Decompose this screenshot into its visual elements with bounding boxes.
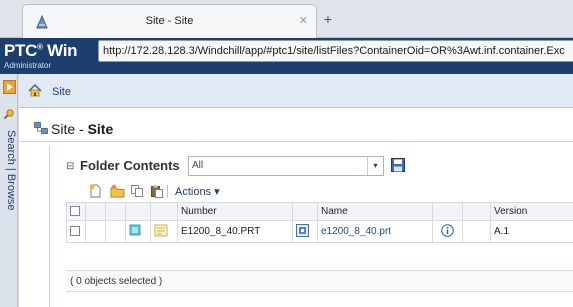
name-icon-cell	[292, 220, 318, 243]
actions-menu[interactable]: Actions ▾	[175, 185, 220, 198]
selection-status: ( 0 objects selected )	[70, 276, 163, 287]
column-header[interactable]	[85, 202, 106, 221]
search-icon[interactable]	[3, 108, 15, 120]
table-header-row: Number Name Version	[66, 202, 573, 221]
expand-navigator-icon[interactable]	[3, 80, 16, 94]
page-title-context: Site	[87, 121, 114, 137]
empty-cell	[85, 220, 106, 243]
home-icon[interactable]	[28, 84, 42, 97]
new-folder-icon[interactable]	[110, 184, 125, 198]
table-empty-area	[66, 244, 573, 266]
name-column-header[interactable]: Name	[317, 202, 433, 221]
folder-contents-header: ⊟ Folder Contents All ▾	[50, 146, 573, 178]
new-document-icon[interactable]	[88, 184, 103, 198]
creo-part-icon[interactable]	[296, 223, 309, 237]
table-row[interactable]: E1200_8_40.PRT e1200_8_40.prt A.1	[66, 220, 573, 243]
ptc-logo[interactable]: PTC® Win	[4, 41, 78, 61]
main-content: Site - Site ⊟ Folder Contents All ▾ Acti…	[19, 108, 573, 307]
brand-name: PTC	[4, 41, 38, 60]
table-footer: ( 0 objects selected )	[66, 270, 573, 292]
status-cell	[125, 220, 151, 243]
paste-icon[interactable]	[150, 184, 165, 198]
view-select[interactable]: All ▾	[188, 156, 384, 176]
column-header[interactable]	[150, 202, 178, 221]
close-tab-icon[interactable]: ✕	[299, 14, 308, 27]
collapse-icon[interactable]: ⊟	[66, 161, 74, 172]
page-title-row: Site - Site	[19, 114, 573, 142]
version-column-header[interactable]: Version	[490, 202, 573, 221]
browser-window: Site - Site ✕ + PTC® Win Administrator h…	[0, 0, 573, 307]
column-header[interactable]	[432, 202, 463, 221]
search-browse-tabs[interactable]: Search | Browse	[1, 130, 17, 211]
folder-toolbar: Actions ▾	[50, 180, 573, 202]
info-icon[interactable]	[441, 223, 454, 237]
windchill-header: PTC® Win Administrator http://172.28.128…	[0, 38, 573, 74]
chevron-down-icon[interactable]: ▾	[367, 157, 383, 175]
cad-document-icon	[154, 224, 168, 236]
column-header[interactable]	[462, 202, 491, 221]
new-tab-button[interactable]: +	[318, 10, 338, 30]
breadcrumb: Site	[19, 74, 573, 108]
type-cell	[150, 220, 178, 243]
copy-icon[interactable]	[130, 184, 145, 198]
name-cell[interactable]: e1200_8_40.prt	[317, 220, 433, 243]
folder-contents-panel: ⊟ Folder Contents All ▾ Actions ▾ Number…	[49, 146, 573, 307]
empty-cell	[462, 220, 491, 243]
select-all-header[interactable]	[66, 202, 86, 221]
info-cell	[432, 220, 463, 243]
column-header[interactable]	[292, 202, 318, 221]
browser-tab-strip: Site - Site ✕ +	[0, 0, 573, 38]
browser-tab[interactable]: Site - Site ✕	[22, 4, 317, 38]
row-checkbox[interactable]	[70, 226, 80, 237]
page-title: Site - Site	[51, 121, 113, 137]
column-header[interactable]	[125, 202, 151, 221]
empty-cell	[105, 220, 126, 243]
page-title-prefix: Site -	[51, 121, 88, 137]
folder-contents-table: Number Name Version E1200_8_40.PRT e1200…	[66, 202, 573, 243]
name-link[interactable]: e1200_8_40.prt	[321, 226, 391, 237]
view-select-value: All	[192, 160, 204, 171]
number-column-header[interactable]: Number	[177, 202, 293, 221]
part-status-icon	[129, 224, 141, 236]
folder-contents-title: Folder Contents	[80, 158, 180, 173]
url-text: http://172.28.128.3/Windchill/app/#ptc1/…	[103, 45, 565, 57]
row-select-cell[interactable]	[66, 220, 86, 243]
browser-tab-title: Site - Site	[145, 15, 194, 27]
site-icon	[34, 122, 48, 134]
save-view-icon[interactable]	[391, 158, 405, 172]
left-navigator: Search | Browse	[0, 74, 18, 307]
number-cell: E1200_8_40.PRT	[177, 220, 293, 243]
toolbar-separator	[167, 185, 168, 198]
brand-suffix: Win	[42, 41, 78, 60]
select-all-checkbox[interactable]	[70, 206, 80, 217]
url-bar[interactable]: http://172.28.128.3/Windchill/app/#ptc1/…	[98, 40, 573, 62]
version-cell: A.1	[490, 220, 573, 243]
breadcrumb-site-link[interactable]: Site	[52, 86, 71, 98]
column-header[interactable]	[105, 202, 126, 221]
user-role-label: Administrator	[4, 61, 52, 70]
